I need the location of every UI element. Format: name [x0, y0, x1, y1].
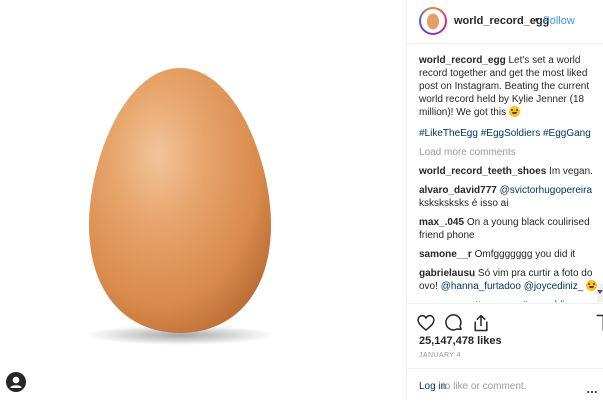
bookmark-icon[interactable]	[595, 313, 603, 333]
separator-dot: •	[535, 14, 539, 26]
post-header: world_record_egg • Follow	[407, 0, 603, 44]
more-options-icon[interactable]	[587, 382, 601, 393]
login-row: Log in to like or comment.	[407, 368, 603, 401]
profile-avatar[interactable]	[419, 7, 447, 35]
comment-item: max_.045 On a young black coulirised fri…	[419, 216, 601, 242]
comment-mention-link[interactable]: #eggsoldiers	[522, 300, 579, 302]
scream-emoji-icon	[508, 106, 520, 117]
likes-count[interactable]: 25,147,478 likes	[419, 335, 502, 347]
comment-username[interactable]: samone__r	[419, 249, 472, 260]
login-prompt: to like or comment.	[442, 381, 527, 392]
comment-username[interactable]: max_.045	[419, 217, 464, 228]
post-date[interactable]: JANUARY 4	[419, 352, 461, 359]
post-caption: world_record_egg Let's set a world recor…	[419, 54, 601, 119]
comment-username[interactable]: world_record_teeth_shoes	[419, 166, 546, 177]
caption-username[interactable]: world_record_egg	[419, 55, 506, 66]
comment-text: Omfggggggg you did it	[474, 249, 576, 260]
comment-mention-link[interactable]: @svictorhugopereira	[500, 185, 592, 196]
comment-mention-link[interactable]: @hanna_furtadoo	[441, 281, 521, 292]
comments-list: world_record_egg Let's set a world recor…	[419, 50, 601, 302]
hashtag-link[interactable]: #EggSoldiers	[481, 128, 540, 139]
comment-icon[interactable]	[444, 313, 464, 333]
comment-item: maxpauser #egggang #eggsoldiers	[419, 299, 601, 302]
grin-emoji-icon	[586, 280, 598, 291]
heart-icon[interactable]	[416, 313, 436, 333]
comment-username[interactable]: gabrielausu	[419, 268, 475, 279]
comment-text: Im vegan.	[549, 166, 593, 177]
follow-button[interactable]: Follow	[543, 15, 575, 27]
post-photo	[0, 0, 406, 400]
hashtags: #LikeTheEgg #EggSoldiers #EggGang	[419, 127, 601, 140]
comment-item: samone__r Omfggggggg you did it	[419, 248, 601, 261]
scrollbar[interactable]	[597, 284, 603, 302]
post-actions: 25,147,478 likes JANUARY 4 Log in to lik…	[407, 303, 603, 400]
comment-mention-link[interactable]: @joycediniz_	[524, 281, 584, 292]
hashtag-link[interactable]: #EggGang	[543, 128, 591, 139]
comment-mention-link[interactable]: #egggang	[475, 300, 520, 302]
comment-entries: world_record_teeth_shoes Im vegan. alvaro…	[419, 165, 601, 302]
egg-avatar-icon	[427, 13, 439, 30]
comment-item: gabrielausu Só vim pra curtir a foto do …	[419, 267, 601, 293]
comment-item: alvaro_david777 @svictorhugopereira ksks…	[419, 184, 601, 210]
hashtag-link[interactable]: #LikeTheEgg	[419, 128, 478, 139]
comment-username[interactable]: maxpauser	[419, 300, 472, 302]
post-sidebar: world_record_egg • Follow world_record_e…	[406, 0, 603, 400]
load-more-comments-button[interactable]: Load more comments	[419, 146, 601, 159]
comment-username[interactable]: alvaro_david777	[419, 185, 497, 196]
comment-text: ksksksksks é isso ai	[419, 198, 509, 209]
egg-image	[85, 68, 275, 345]
comment-item: world_record_teeth_shoes Im vegan.	[419, 165, 601, 178]
share-icon[interactable]	[471, 313, 491, 333]
user-avatar-icon[interactable]	[6, 372, 26, 392]
scroll-down-icon[interactable]	[597, 290, 603, 294]
